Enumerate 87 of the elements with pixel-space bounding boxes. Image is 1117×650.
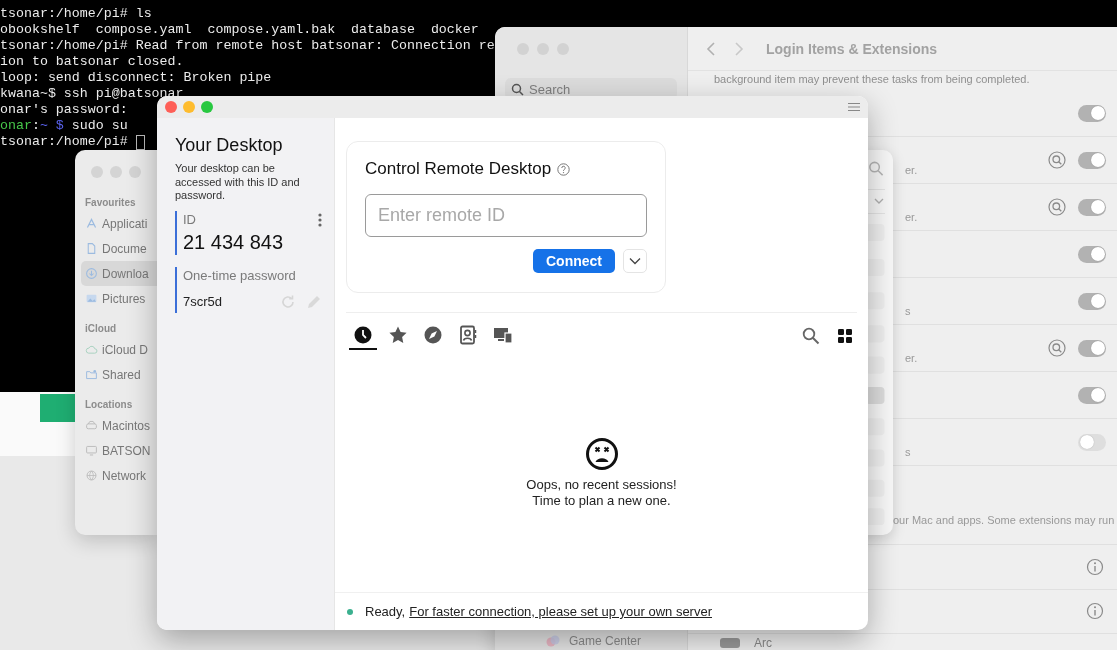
terminal-line: tsonar:/home/pi# Read from remote host batsonar: Connection re: [0, 38, 495, 54]
search-icon[interactable]: [867, 160, 885, 178]
document-icon: [85, 242, 98, 255]
sidebar-item[interactable]: Game Center: [545, 632, 642, 650]
terminal-line: tsonar:/home/pi# ls: [0, 6, 152, 22]
password-value: 7scr5d: [183, 294, 224, 309]
sidebar-item[interactable]: Pictures: [81, 286, 157, 311]
remote-id-field[interactable]: Enter remote ID: [365, 194, 647, 237]
empty-state-message: Oops, no recent sessions! Time to plan a new one.: [526, 476, 677, 509]
refresh-icon[interactable]: [280, 293, 296, 310]
toggle-switch[interactable]: [1078, 386, 1106, 404]
description-text: Your desktop can be accessed with this ID and password.: [175, 162, 301, 203]
toggle-switch[interactable]: [1078, 339, 1106, 357]
item-description: s: [905, 446, 912, 461]
game-center-icon: [545, 633, 561, 649]
item-description: er.: [905, 352, 919, 367]
clock-icon: [353, 325, 373, 345]
status-text: Ready,: [365, 604, 406, 619]
app-name: Arc: [754, 636, 772, 650]
terminal-line: ion to batsonar closed.: [0, 54, 184, 70]
card-title: Control Remote Desktop: [365, 158, 552, 180]
toggle-switch[interactable]: [1078, 198, 1106, 216]
star-icon: [388, 325, 408, 345]
close-button[interactable]: [165, 101, 177, 113]
menu-icon[interactable]: [848, 102, 860, 112]
picture-icon: [85, 292, 98, 305]
terminal-line: tsonar:/home/pi#: [0, 134, 129, 150]
info-icon[interactable]: [1086, 557, 1104, 576]
sidebar-item[interactable]: Network: [81, 463, 157, 488]
magnifier-icon[interactable]: [1048, 151, 1066, 170]
shared-folder-icon: [85, 368, 98, 381]
toggle-switch[interactable]: [1078, 292, 1106, 310]
disk-icon: [85, 419, 98, 432]
toggle-switch[interactable]: [1078, 104, 1106, 122]
panel-title: Your Desktop: [175, 134, 284, 156]
minimize-button[interactable]: [183, 101, 195, 113]
toggle-switch[interactable]: [1078, 245, 1106, 263]
sidebar-section-header: iCloud: [84, 322, 118, 336]
connect-button[interactable]: Connect: [533, 249, 615, 273]
sidebar-item[interactable]: Docume: [81, 236, 157, 261]
info-icon[interactable]: [1086, 602, 1104, 621]
sidebar-section-header: Locations: [84, 398, 134, 412]
terminal-line: obookshelf compose.yaml compose.yaml.bak database docker: [0, 22, 479, 38]
field-label: One-time password: [183, 266, 297, 285]
sidebar-item[interactable]: Macintos: [81, 413, 157, 438]
terminal-line: loop: send disconnect: Broken pipe: [0, 70, 272, 86]
window-title: Login Items & Extensions: [766, 40, 938, 57]
toggle-switch[interactable]: [1078, 433, 1106, 451]
sidebar-item[interactable]: iCloud D: [81, 337, 157, 362]
sidebar-item[interactable]: Shared: [81, 362, 157, 387]
terminal-line: onar:~ $ sudo su: [0, 118, 128, 134]
item-description: er.: [905, 164, 919, 179]
app-icon: [720, 638, 740, 648]
sidebar-section-header: Favourites: [84, 196, 137, 210]
back-icon[interactable]: [706, 40, 716, 57]
chevron-down-icon: [629, 257, 641, 265]
sad-face-icon: [584, 436, 619, 471]
download-icon: [85, 267, 98, 280]
server-setup-link[interactable]: For faster connection, please set up your own server: [409, 604, 712, 619]
cloud-icon: [85, 343, 98, 356]
devices-icon: [493, 325, 513, 345]
item-description: s: [905, 305, 912, 320]
item-description: er.: [905, 211, 919, 226]
sidebar-item[interactable]: Downloa: [81, 261, 157, 286]
compass-icon: [423, 325, 443, 345]
sidebar-item[interactable]: BATSON: [81, 438, 157, 463]
grid-icon[interactable]: [838, 329, 852, 343]
status-dot: [347, 608, 353, 615]
magnifier-icon[interactable]: [1048, 198, 1066, 217]
description-text: background item may prevent these tasks from being completed.: [713, 72, 1031, 88]
globe-icon: [85, 469, 98, 482]
dropdown-button[interactable]: [623, 249, 647, 273]
monitor-icon: [85, 444, 98, 457]
help-icon[interactable]: [557, 162, 571, 176]
magnifier-icon[interactable]: [1048, 339, 1066, 358]
kebab-menu-icon[interactable]: [318, 212, 322, 227]
apps-icon: [85, 217, 98, 230]
desktop-id: 21 434 843: [183, 229, 285, 255]
search-icon[interactable]: [802, 327, 820, 345]
contact-book-icon: [458, 325, 478, 345]
field-label: ID: [183, 210, 196, 229]
sidebar-item[interactable]: Applicati: [81, 211, 157, 236]
forward-icon[interactable]: [734, 40, 744, 57]
terminal-line: onar's password:: [0, 102, 128, 118]
toggle-switch[interactable]: [1078, 151, 1106, 169]
maximize-button[interactable]: [201, 101, 213, 113]
search-icon: [511, 82, 524, 96]
